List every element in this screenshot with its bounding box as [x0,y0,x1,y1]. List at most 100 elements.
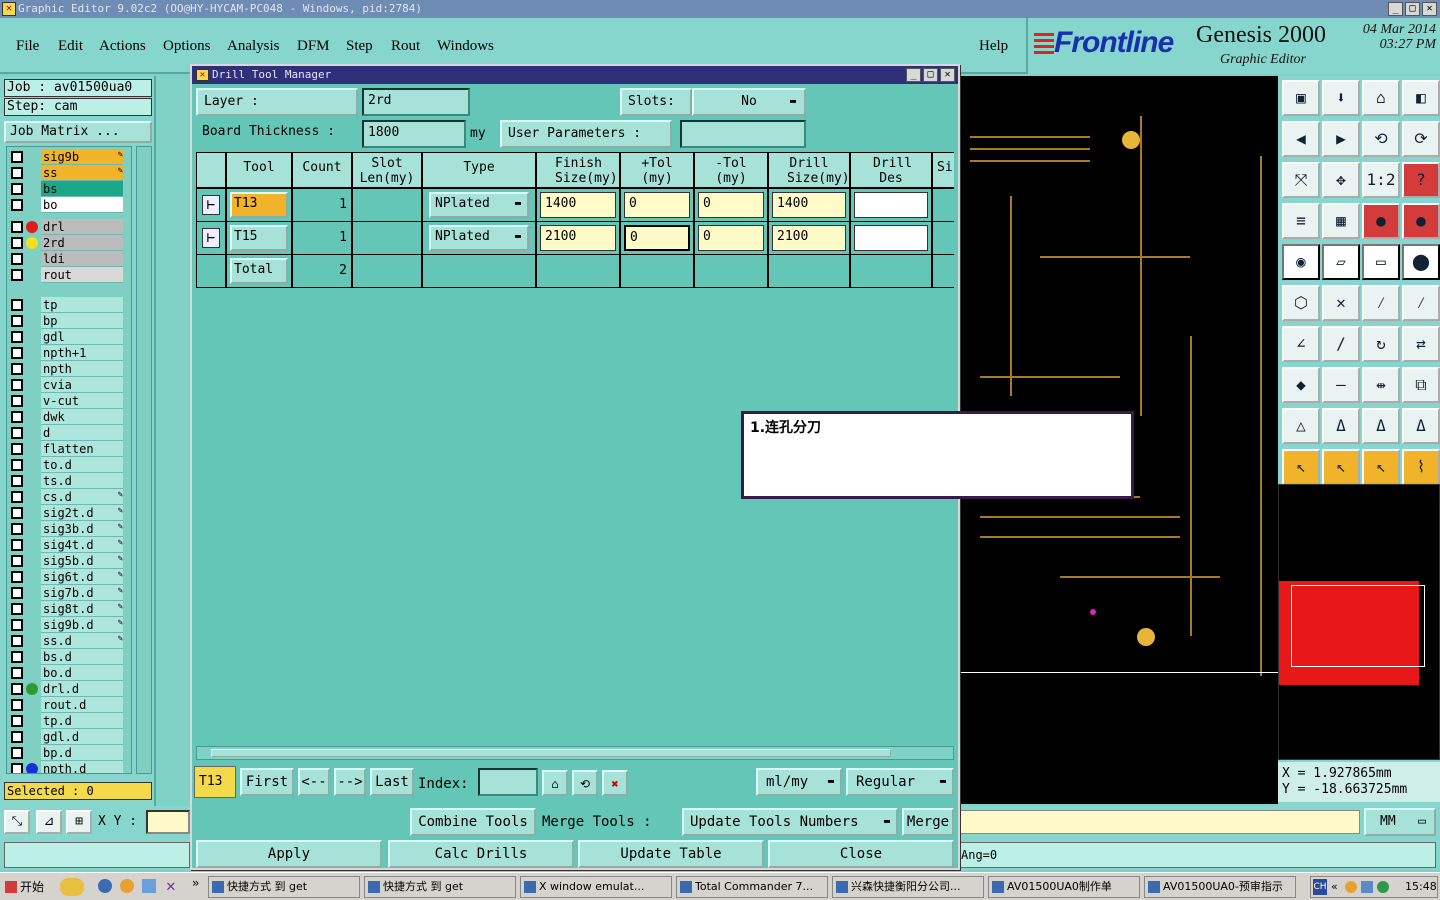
layer-checkbox[interactable] [11,167,23,179]
polygon-icon[interactable]: ▱ [1322,244,1360,280]
tray-icon-2[interactable] [1361,881,1373,893]
layer-row[interactable]: cs.d ✎ [7,489,131,505]
refresh-icon[interactable]: ⟲ [572,770,598,796]
layer-name[interactable]: ldi [41,251,123,267]
tray-expand-icon[interactable]: « [1331,877,1338,897]
layer-row[interactable]: v-cut [7,393,131,409]
tray-icon-1[interactable] [1345,881,1357,893]
taskbar-item[interactable]: AV01500UA0制作单 [988,876,1140,898]
start-button[interactable]: 开始 [2,876,54,898]
layer-color-dot[interactable] [26,237,38,249]
layer-row[interactable]: ss.d ✎ [7,633,131,649]
window-icon[interactable]: ◧ [1402,80,1440,116]
merge-button[interactable]: Merge [902,808,954,836]
dialog-minimize-icon[interactable]: _ [906,68,921,82]
layer-checkbox[interactable] [11,507,23,519]
layer-checkbox[interactable] [11,699,23,711]
first-button[interactable]: First [240,768,294,796]
x-app-icon[interactable]: ✕ [166,876,176,895]
point-edit-icon[interactable]: ⁄ [1402,285,1440,321]
row-expand-icon[interactable]: ⊢ [202,228,220,248]
layer-input[interactable]: 2rd [362,88,470,116]
app-icon-2[interactable] [142,879,156,893]
layer-row[interactable]: sig7b.d ✎ [7,585,131,601]
layer-row[interactable]: gdl [7,329,131,345]
minus-icon[interactable]: — [1322,367,1360,403]
snap-icon[interactable]: ⌇ [1402,449,1440,485]
layer-color-dot[interactable] [26,221,38,233]
layer-row[interactable]: bs.d [7,649,131,665]
finish-size-input[interactable]: 1400 [540,192,616,218]
table-hscrollbar[interactable] [196,746,954,760]
layer-row[interactable]: 2rd [7,235,131,251]
layer-name[interactable]: 2rd [41,235,123,251]
units-select[interactable]: MM ▭ [1364,808,1436,836]
layer-checkbox[interactable] [11,253,23,265]
taskbar-item[interactable]: 快捷方式 到 get [208,876,360,898]
row-expand-icon[interactable]: ⊢ [202,195,220,215]
save-icon[interactable]: ⬇ [1322,80,1360,116]
layer-checkbox[interactable] [11,221,23,233]
xy-input[interactable] [146,810,190,834]
job-matrix-button[interactable]: Job Matrix ... [4,121,152,143]
layer-checkbox[interactable] [11,763,23,773]
tool-name[interactable]: T15 [230,225,288,251]
layer-name[interactable]: npth [41,361,123,377]
layer-row[interactable]: npth [7,361,131,377]
layer-name[interactable]: rout.d [41,697,123,713]
layer-name[interactable]: rout [41,267,123,283]
user-parameters-input[interactable] [680,120,806,148]
feature-box-icon[interactable]: ◉ [1282,244,1320,280]
layer-name[interactable]: cvia [41,377,123,393]
menu-file[interactable]: File [16,38,39,55]
layer-row[interactable]: npth.d [7,761,131,773]
layer-row[interactable]: sig8t.d ✎ [7,601,131,617]
zoom-pan-icon[interactable]: ✥ [1322,162,1360,198]
layer-checkbox[interactable] [11,443,23,455]
layer-name[interactable]: sig2t.d [41,505,123,521]
undo-mirror-icon[interactable]: ⟲ [1362,121,1400,157]
command-input[interactable] [960,810,1360,834]
taskbar-item[interactable]: 快捷方式 到 get [364,876,516,898]
layer-name[interactable]: sig4t.d [41,537,123,553]
tool-type-select[interactable]: NPlated ▬ [429,192,529,218]
overview-map[interactable] [1278,484,1440,760]
layer-name[interactable]: tp [41,297,123,313]
layer-row[interactable]: cvia [7,377,131,393]
pointer-alt-icon[interactable]: ↖ [1362,449,1400,485]
menu-actions[interactable]: Actions [99,38,146,55]
layer-name[interactable]: bo [41,197,123,213]
layer-checkbox[interactable] [11,183,23,195]
layer-row[interactable]: tp.d [7,713,131,729]
layer-checkbox[interactable] [11,555,23,567]
layer-red-b-icon[interactable]: ● [1402,203,1440,239]
layer-color-dot[interactable] [26,763,38,773]
layer-name[interactable]: sig8t.d [41,601,123,617]
layer-row[interactable]: rout.d [7,697,131,713]
slots-select[interactable]: No ▬ [692,88,806,116]
board-thickness-input[interactable]: 1800 [362,120,466,148]
layer-name[interactable]: sig7b.d [41,585,123,601]
pointer-box-icon[interactable]: ↖ [1322,449,1360,485]
measure-icon[interactable]: ⊿ [36,810,62,834]
layer-row[interactable]: sig2t.d ✎ [7,505,131,521]
layer-row[interactable]: tp [7,297,131,313]
units-dropdown[interactable]: ml/my ▬ [756,768,842,796]
mode-dropdown[interactable]: Regular ▬ [846,768,954,796]
layer-name[interactable]: drl [41,219,123,235]
menu-analysis[interactable]: Analysis [227,38,280,55]
layer-name[interactable]: cs.d [41,489,123,505]
tool-type-select[interactable]: NPlated ▬ [429,225,529,251]
layer-name[interactable]: ss [41,165,123,181]
plus-tol-input[interactable]: 0 [624,225,690,251]
layer-checkbox[interactable] [11,731,23,743]
layer-checkbox[interactable] [11,715,23,727]
grid-icon[interactable]: ▦ [1322,203,1360,239]
layer-row[interactable]: d [7,425,131,441]
layer-checkbox[interactable] [11,747,23,759]
taskbar-item[interactable]: AV01500UA0-预审指示 [1144,876,1296,898]
layer-row[interactable]: to.d [7,457,131,473]
layer-name[interactable]: npth+1 [41,345,123,361]
layer-name[interactable]: dwk [41,409,123,425]
combine-tools-button[interactable]: Combine Tools [410,808,536,836]
